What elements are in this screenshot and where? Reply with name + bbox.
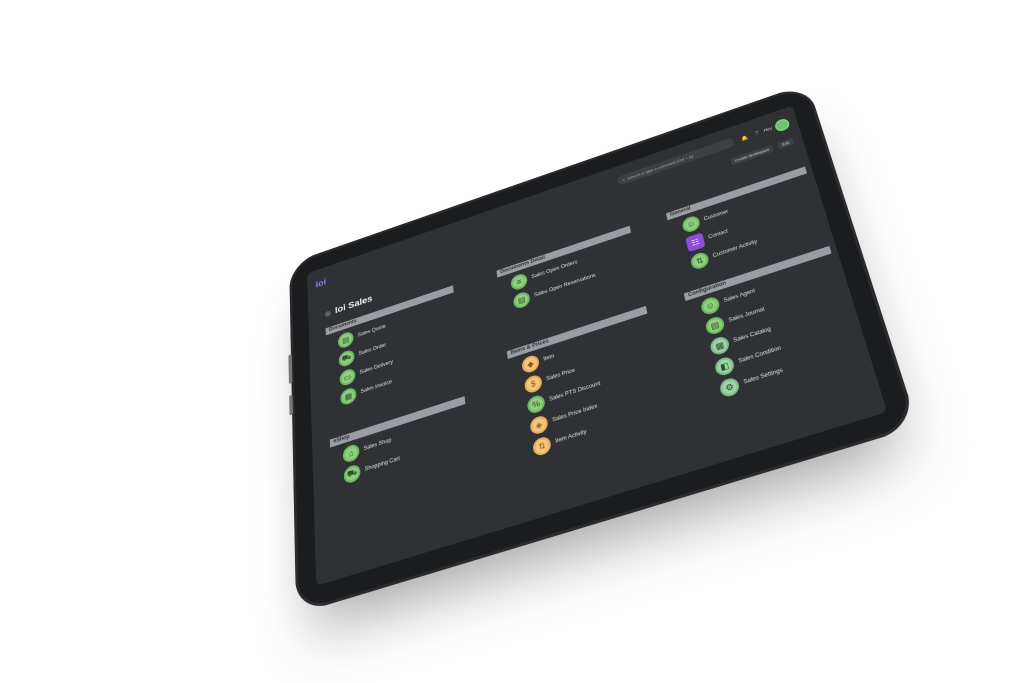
agent-icon: ☺ <box>699 295 721 317</box>
shortcut-label: Sales Price Index <box>551 403 598 424</box>
invoice-icon: ▦ <box>340 386 357 407</box>
shortcut-label: Item Activity <box>555 429 588 445</box>
shortcut-label: Sales Shop <box>363 437 392 452</box>
price-icon: $ <box>523 373 543 395</box>
app-logo[interactable]: Ioi <box>316 277 327 290</box>
shortcut-label: Sales Journal <box>728 306 766 324</box>
user-icon: ☺ <box>681 214 702 234</box>
contact-icon: ☷ <box>685 232 706 253</box>
user-name[interactable]: Hey <box>763 126 772 133</box>
search-placeholder: Search or type a command (Ctrl + G) <box>626 153 694 181</box>
shortcut-label: Sales Agent <box>723 288 756 304</box>
cart-icon: ⛟ <box>338 348 355 369</box>
document-icon: ▤ <box>337 330 354 350</box>
app-screen: Ioi ⌕ Search or type a command (Ctrl + G… <box>307 105 888 586</box>
shortcut-label: Sales Order <box>358 342 387 357</box>
search-input[interactable]: ⌕ Search or type a command (Ctrl + G) <box>617 137 736 186</box>
shortcut-label: Item <box>543 353 555 363</box>
tablet-device: Ioi ⌕ Search or type a command (Ctrl + G… <box>288 83 919 615</box>
shortcut-label: Sales Quote <box>357 324 386 339</box>
shortcut-label: Shopping Cart <box>364 456 401 473</box>
group-items-prices: Items & Prices ◆ Item $ Sales Price % Sales… <box>506 305 668 462</box>
power-button <box>289 394 293 416</box>
shortcut-label: Customer Activity <box>712 239 758 259</box>
avatar[interactable] <box>775 118 789 132</box>
group-configuration: Configuration ☺ Sales Agent ▤ Sales Journa… <box>683 245 863 403</box>
shortcut-label: Customer <box>703 209 729 223</box>
page-title-text: Ioi Sales <box>334 293 373 316</box>
journal-icon: ▤ <box>704 314 726 337</box>
group-documents-detail: Documents Detail ≡ Sales Open Orders ▤ Sal… <box>496 225 638 315</box>
truck-icon: ▭ <box>339 367 356 388</box>
volume-button <box>288 354 293 385</box>
notification-icon[interactable]: 🔔 <box>741 134 749 142</box>
shortcut-label: Contact <box>707 229 729 241</box>
item-icon: ◆ <box>521 353 540 375</box>
shortcut-label: Sales Catalog <box>732 326 772 344</box>
stage: Ioi ⌕ Search or type a command (Ctrl + G… <box>0 0 1024 683</box>
gear-icon: ⚙ <box>718 376 741 399</box>
reservation-icon: ▤ <box>512 290 531 311</box>
activity-icon: ⇅ <box>689 250 711 271</box>
catalog-icon: ▦ <box>709 334 731 357</box>
activity-icon: ⇅ <box>532 435 552 458</box>
help-icon[interactable]: ? <box>755 131 759 136</box>
search-icon: ⌕ <box>622 177 626 182</box>
group-eshop: eShop ⌂ Sales Shop ⛟ Shopping Cart <box>329 396 470 489</box>
list-icon: ≡ <box>510 272 529 292</box>
condition-icon: ◧ <box>713 355 736 378</box>
shortcut-label: Sales Price <box>546 367 576 383</box>
shortcut-label: Sales Condition <box>737 345 782 365</box>
discount-icon: % <box>526 393 546 416</box>
shortcut-label: Sales Delivery <box>359 359 394 376</box>
shortcut-label: Sales Invoice <box>360 379 393 395</box>
cart-icon: ⛟ <box>343 463 361 485</box>
back-icon[interactable] <box>324 309 331 318</box>
shortcut-label: Sales Settings <box>743 367 784 386</box>
shop-icon: ⌂ <box>342 442 360 464</box>
index-icon: ◈ <box>529 414 549 436</box>
